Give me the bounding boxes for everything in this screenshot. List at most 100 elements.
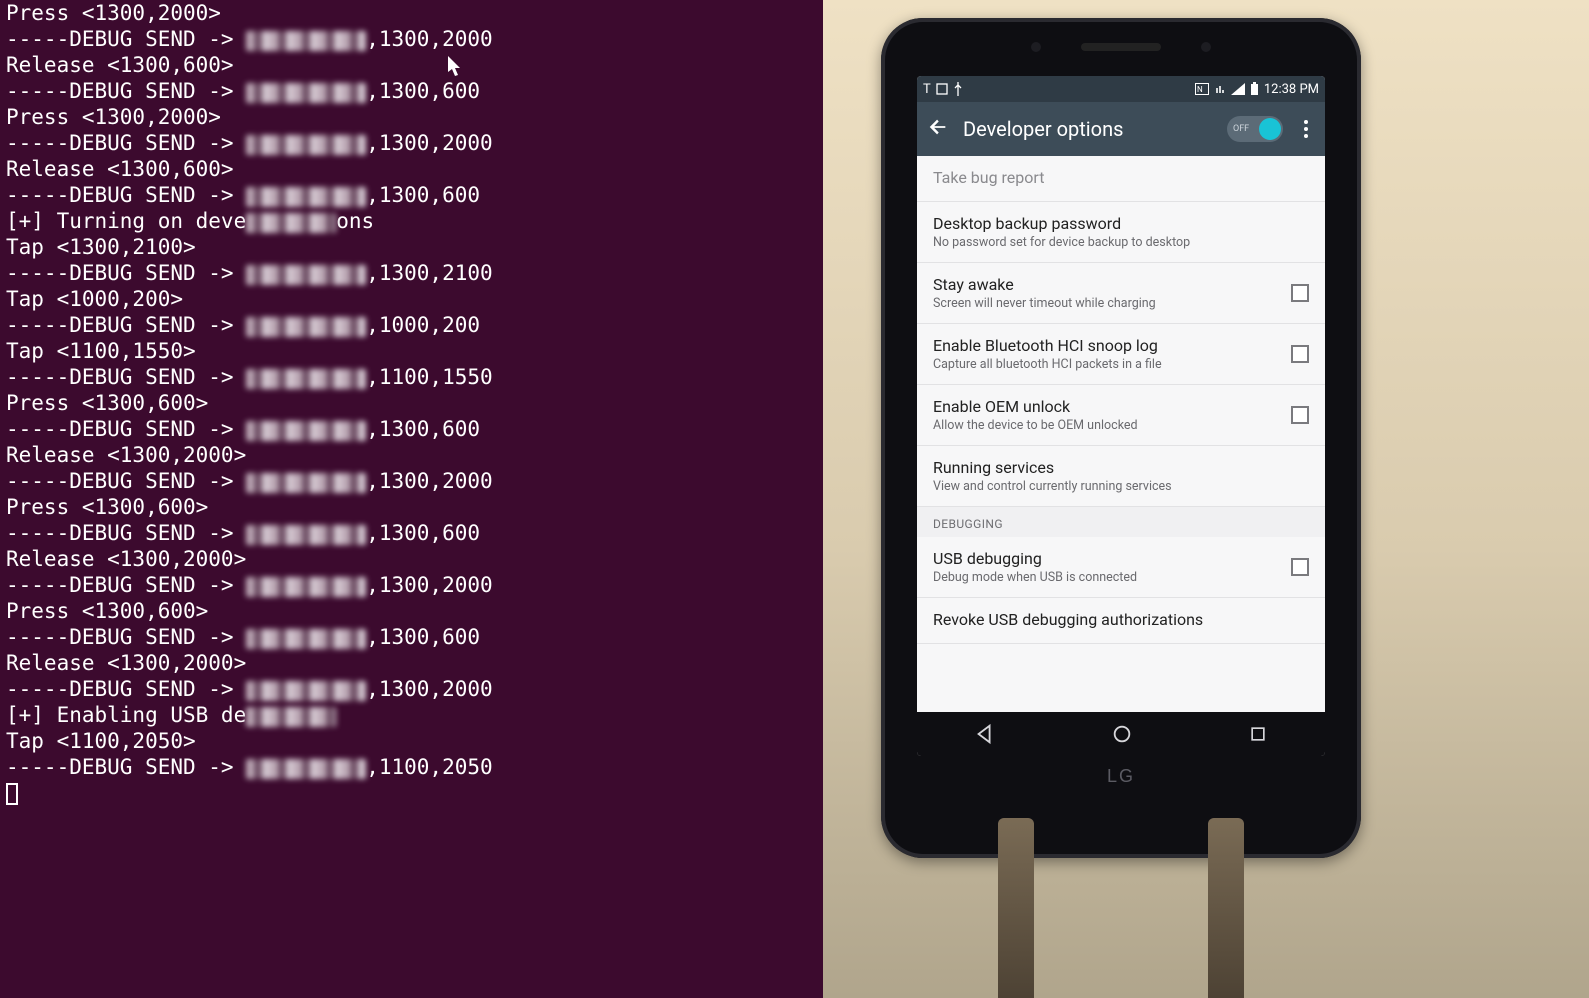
terminal-line: Release <1300,2000> [6,650,817,676]
terminal-line: -----DEBUG SEND -> ,1000,200 [6,312,817,338]
setting-checkbox[interactable] [1291,406,1309,424]
redacted-region [246,707,336,727]
setting-checkbox[interactable] [1291,345,1309,363]
setting-row[interactable]: Desktop backup password No password set f… [917,202,1325,263]
terminal-line: -----DEBUG SEND -> ,1100,1550 [6,364,817,390]
setting-subtitle: View and control currently running servi… [933,479,1309,494]
phone-device: T N [881,18,1361,858]
terminal-line: -----DEBUG SEND -> ,1300,600 [6,520,817,546]
terminal-line: -----DEBUG SEND -> ,1300,2000 [6,676,817,702]
clock-text: 12:38 PM [1264,82,1319,97]
setting-subtitle: Allow the device to be OEM unlocked [933,418,1279,433]
redacted-region [246,31,366,51]
nav-bar [917,712,1325,756]
redacted-region [246,83,366,103]
svg-text:N: N [1197,85,1203,94]
phone-top-bezel [881,18,1361,76]
setting-row[interactable]: Take bug report [917,156,1325,202]
redacted-region [246,525,366,545]
terminal-line: Press <1300,600> [6,390,817,416]
setting-title: Revoke USB debugging authorizations [933,610,1309,629]
toggle-off-label: OFF [1233,124,1249,134]
redacted-region [246,473,366,493]
setting-subtitle: Capture all bluetooth HCI packets in a f… [933,357,1279,372]
terminal-line: Release <1300,600> [6,156,817,182]
setting-title: USB debugging [933,549,1279,568]
desk-background: T N [823,0,1589,998]
terminal-cursor-line [6,780,817,806]
usb-icon [953,82,963,96]
terminal-line: -----DEBUG SEND -> ,1300,2000 [6,572,817,598]
phone-brand-label: LG [881,756,1361,858]
overflow-menu-icon[interactable] [1297,120,1315,138]
terminal-line: -----DEBUG SEND -> ,1300,2100 [6,260,817,286]
redacted-region [246,759,366,779]
section-header-debugging: DEBUGGING [917,507,1325,537]
redacted-region [246,369,366,389]
redacted-region [246,265,366,285]
setting-row[interactable]: Stay awake Screen will never timeout whil… [917,263,1325,324]
terminal-line: Release <1300,2000> [6,442,817,468]
setting-row[interactable]: Enable OEM unlockAllow the device to be … [917,385,1325,446]
front-camera [1201,42,1211,52]
earpiece [1081,43,1161,51]
terminal-line: -----DEBUG SEND -> ,1300,600 [6,78,817,104]
terminal-line: Tap <1300,2100> [6,234,817,260]
setting-row[interactable]: USB debuggingDebug mode when USB is conn… [917,537,1325,598]
settings-list[interactable]: Take bug report Desktop backup password No… [917,156,1325,712]
nav-home-icon[interactable] [1111,723,1133,745]
setting-row[interactable]: Enable Bluetooth HCI snoop log Capture al… [917,324,1325,385]
terminal-line: Press <1300,600> [6,598,817,624]
nav-back-icon[interactable] [974,723,996,745]
carrier-icon: T [923,82,931,97]
terminal-line: Press <1300,2000> [6,104,817,130]
nav-recent-icon[interactable] [1248,724,1268,744]
setting-row[interactable]: Running services View and control current… [917,446,1325,507]
back-icon[interactable] [927,116,949,142]
setting-title: Stay awake [933,275,1279,294]
phone-stand-leg [998,818,1034,998]
data-icon [1214,83,1226,95]
setting-checkbox[interactable] [1291,284,1309,302]
terminal-line: -----DEBUG SEND -> ,1300,600 [6,624,817,650]
screen-title: Developer options [963,117,1213,141]
terminal-line: Press <1300,600> [6,494,817,520]
redacted-region [246,135,366,155]
terminal-line: -----DEBUG SEND -> ,1300,2000 [6,130,817,156]
redacted-region [246,187,366,207]
terminal-line: [+] Turning on deveons [6,208,817,234]
nfc-icon: N [1195,83,1209,95]
setting-checkbox[interactable] [1291,558,1309,576]
redacted-region [246,577,366,597]
phone-stand-leg [1208,818,1244,998]
battery-icon [1250,82,1259,96]
toggle-knob [1259,118,1281,140]
terminal-line: Tap <1100,2050> [6,728,817,754]
terminal-line: -----DEBUG SEND -> ,1300,600 [6,182,817,208]
terminal-line: [+] Enabling USB de [6,702,817,728]
setting-title: Desktop backup password [933,214,1309,233]
terminal-line: Tap <1100,1550> [6,338,817,364]
notification-icon [936,83,948,95]
setting-title: Take bug report [933,168,1309,187]
redacted-region [246,681,366,701]
redacted-region [246,213,336,233]
terminal-line: -----DEBUG SEND -> ,1300,2000 [6,468,817,494]
redacted-region [246,629,366,649]
setting-subtitle: Screen will never timeout while charging [933,296,1279,311]
master-toggle[interactable]: OFF ON [1227,116,1283,142]
terminal-line: -----DEBUG SEND -> ,1300,600 [6,416,817,442]
terminal-line: Tap <1000,200> [6,286,817,312]
setting-subtitle: No password set for device backup to des… [933,235,1309,250]
redacted-region [246,421,366,441]
setting-row[interactable]: Revoke USB debugging authorizations [917,598,1325,644]
terminal-line: Release <1300,2000> [6,546,817,572]
terminal-line: Release <1300,600> [6,52,817,78]
terminal-line: Press <1300,2000> [6,0,817,26]
redacted-region [246,317,366,337]
signal-icon [1231,83,1245,95]
setting-title: Enable Bluetooth HCI snoop log [933,336,1279,355]
setting-title: Running services [933,458,1309,477]
status-bar: T N [917,76,1325,102]
terminal-pane[interactable]: Press <1300,2000>-----DEBUG SEND -> ,130… [0,0,823,998]
